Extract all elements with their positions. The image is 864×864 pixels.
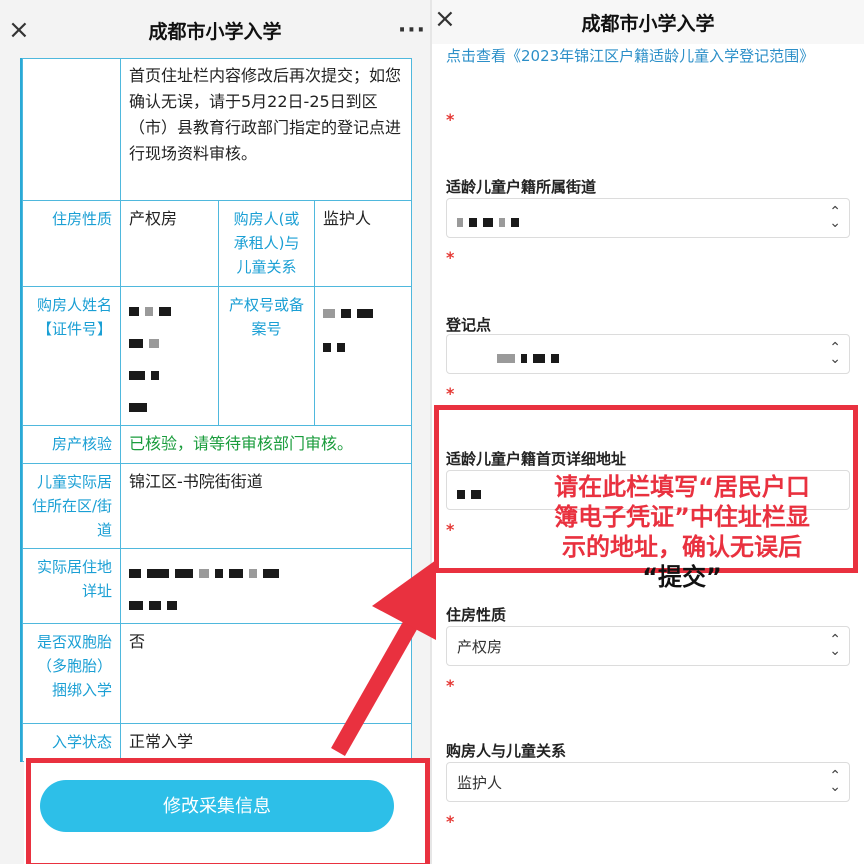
required-mark: * bbox=[446, 384, 455, 403]
housing-type-value: 产权房 bbox=[457, 638, 503, 656]
buyer-name-value-masked bbox=[120, 286, 219, 426]
info-table: 首页住址栏内容修改后再次提交；如您确认无误，请于5月22日-25日到区（市）县教… bbox=[22, 58, 412, 762]
status-label: 入学状态 bbox=[22, 723, 121, 762]
table-row: 是否双胞胎（多胞胎）捆绑入学 否 bbox=[22, 623, 412, 724]
residence-district-label: 儿童实际居住所在区/街道 bbox=[22, 463, 121, 549]
street-label: 适龄儿童户籍所属街道 bbox=[446, 178, 597, 196]
required-mark: * bbox=[446, 812, 455, 831]
registration-point-value-masked bbox=[457, 349, 565, 367]
more-icon[interactable]: ··· bbox=[398, 18, 426, 43]
highlight-box-edit-button bbox=[26, 758, 430, 864]
table-row: 购房人姓名【证件号】 产权号或备案号 bbox=[22, 286, 412, 426]
table-row: 实际居住地详址 bbox=[22, 548, 412, 624]
registration-point-label: 登记点 bbox=[446, 316, 492, 334]
table-row: 住房性质 产权房 购房人(或承租人)与儿童关系 监护人 bbox=[22, 200, 412, 287]
housing-type-select[interactable]: 产权房 ⌃ ⌄ bbox=[446, 626, 850, 666]
page-title: 成都市小学入学 bbox=[148, 20, 282, 43]
residence-address-label: 实际居住地详址 bbox=[22, 548, 121, 624]
enrollment-range-link[interactable]: 点击查看《2023年锦江区户籍适龄儿童入学登记范围》 bbox=[446, 44, 846, 68]
housing-type-label: 住房性质 bbox=[22, 200, 121, 287]
notice-text: 首页住址栏内容修改后再次提交；如您确认无误，请于5月22日-25日到区（市）县教… bbox=[120, 58, 412, 201]
housing-type-label: 住房性质 bbox=[446, 606, 507, 624]
table-row: 入学状态 正常入学 bbox=[22, 723, 412, 762]
right-screen: × 成都市小学入学 点击查看《2023年锦江区户籍适龄儿童入学登记范围》 * 适… bbox=[432, 0, 864, 864]
required-mark: * bbox=[446, 676, 455, 695]
required-mark: * bbox=[446, 248, 455, 267]
chevron-updown-icon: ⌃ ⌄ bbox=[829, 768, 841, 795]
table-row: 儿童实际居住所在区/街道 锦江区-书院街街道 bbox=[22, 463, 412, 549]
chevron-updown-icon: ⌃ ⌄ bbox=[829, 204, 841, 231]
table-row: 首页住址栏内容修改后再次提交；如您确认无误，请于5月22日-25日到区（市）县教… bbox=[22, 58, 412, 201]
verify-label: 房产核验 bbox=[22, 425, 121, 464]
relation-value: 监护人 bbox=[457, 774, 503, 792]
street-value-masked bbox=[457, 213, 525, 231]
twins-value: 否 bbox=[120, 623, 412, 724]
status-value: 正常入学 bbox=[120, 723, 412, 762]
property-no-value-masked bbox=[314, 286, 412, 426]
residence-district-value: 锦江区-书院街街道 bbox=[120, 463, 412, 549]
buyer-relation-value: 监护人 bbox=[314, 200, 412, 287]
right-navbar: × 成都市小学入学 bbox=[432, 0, 864, 44]
page-title: 成都市小学入学 bbox=[581, 12, 715, 35]
residence-address-value-masked bbox=[120, 548, 412, 624]
annotation-text: 请在此栏填写“居民户口 簿电子凭证”中住址栏显 示的地址，确认无误后 “提交” bbox=[554, 473, 810, 591]
street-select[interactable]: ⌃ ⌄ bbox=[446, 198, 850, 238]
required-mark: * bbox=[446, 110, 455, 129]
table-row: 房产核验 已核验，请等待审核部门审核。 bbox=[22, 425, 412, 464]
housing-type-value: 产权房 bbox=[120, 200, 219, 287]
buyer-name-label: 购房人姓名【证件号】 bbox=[22, 286, 121, 426]
info-table-card: 首页住址栏内容修改后再次提交；如您确认无误，请于5月22日-25日到区（市）县教… bbox=[20, 58, 412, 762]
relation-select[interactable]: 监护人 ⌃ ⌄ bbox=[446, 762, 850, 802]
left-screen: × 成都市小学入学 ··· 首页住址栏内容修改后再次提交；如您确认无误，请于5月… bbox=[0, 0, 430, 864]
relation-label: 购房人与儿童关系 bbox=[446, 742, 567, 760]
chevron-updown-icon: ⌃ ⌄ bbox=[829, 340, 841, 367]
property-no-label: 产权号或备案号 bbox=[218, 286, 315, 426]
verify-status: 已核验，请等待审核部门审核。 bbox=[120, 425, 412, 464]
left-navbar: × 成都市小学入学 ··· bbox=[0, 0, 430, 60]
registration-point-select[interactable]: ⌃ ⌄ bbox=[446, 334, 850, 374]
chevron-updown-icon: ⌃ ⌄ bbox=[829, 632, 841, 659]
buyer-relation-label: 购房人(或承租人)与儿童关系 bbox=[218, 200, 315, 287]
twins-label: 是否双胞胎（多胞胎）捆绑入学 bbox=[22, 623, 121, 724]
